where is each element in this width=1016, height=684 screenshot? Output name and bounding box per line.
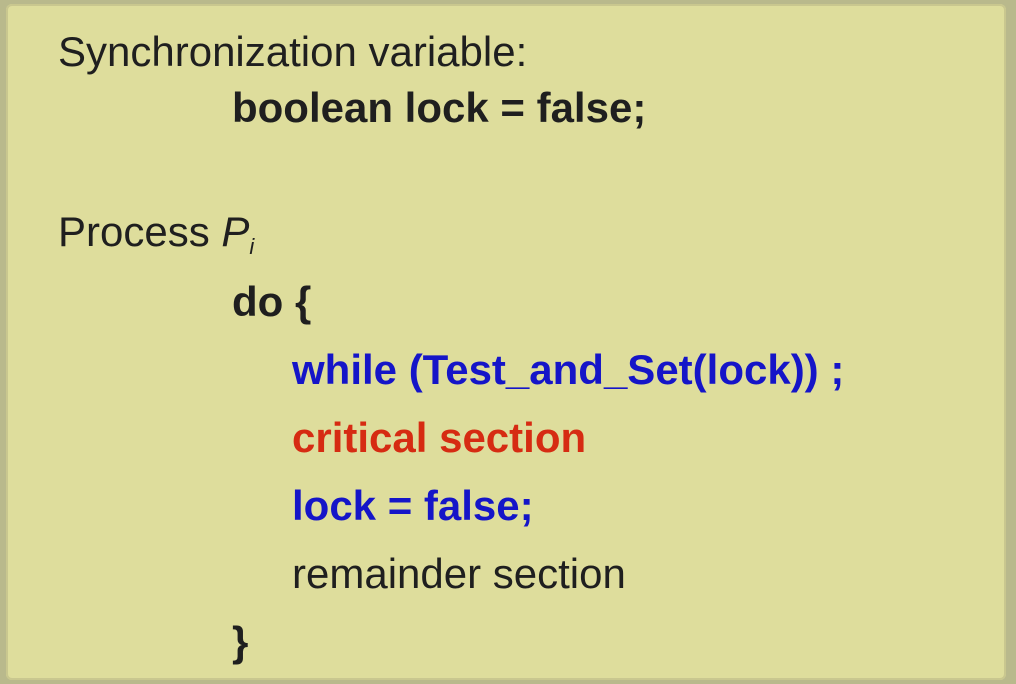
process-label: Process — [58, 208, 210, 255]
process-letter: P — [221, 208, 250, 255]
critical-section: critical section — [292, 414, 587, 461]
close-brace: } — [232, 618, 249, 665]
lock-declaration: boolean lock = false; — [232, 84, 647, 131]
slide: Synchronization variable: boolean lock =… — [6, 4, 1006, 680]
while-test-and-set: while (Test_and_Set(lock)) ; — [292, 346, 845, 393]
lock-release: lock = false; — [292, 482, 534, 529]
process-subscript: i — [249, 234, 255, 259]
process-heading: Process Pi — [58, 208, 254, 271]
remainder-section: remainder section — [292, 550, 626, 597]
do-open: do { — [232, 278, 312, 325]
process-name: Pi — [221, 208, 254, 259]
sync-variable-label: Synchronization variable: — [58, 28, 528, 75]
